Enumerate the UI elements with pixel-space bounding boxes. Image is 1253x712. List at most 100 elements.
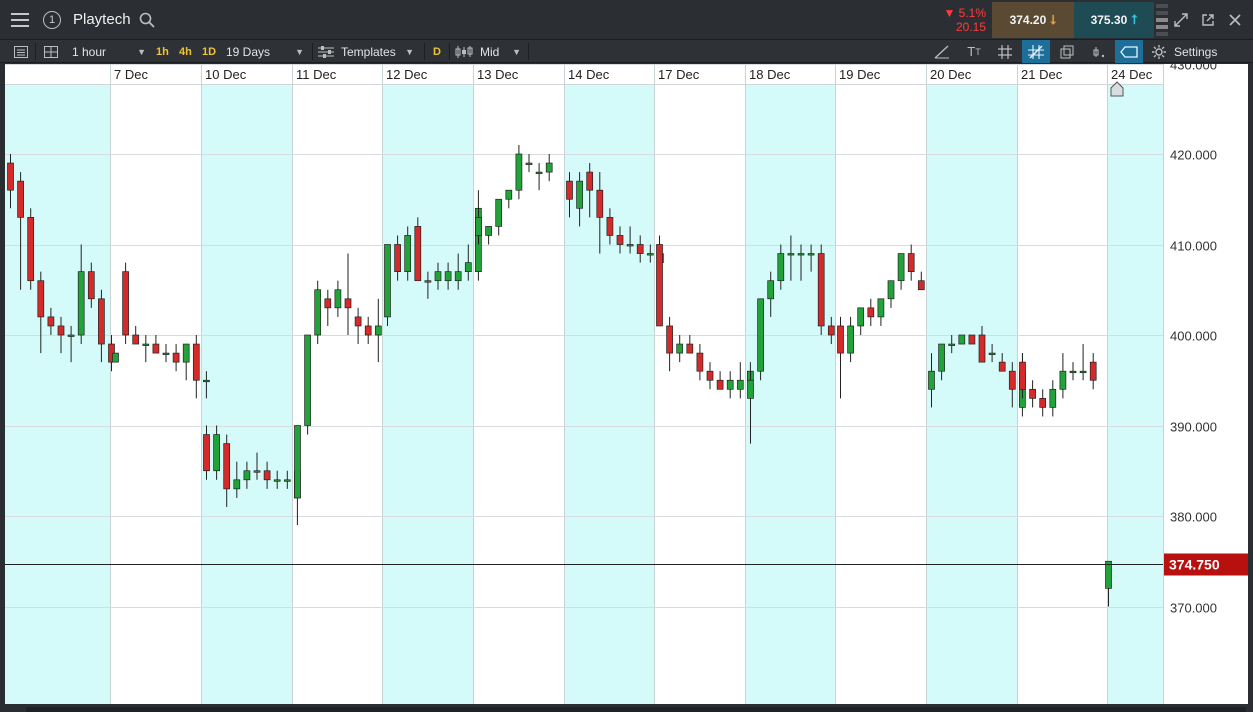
candle-body: [47, 316, 55, 327]
price-chart[interactable]: 370.000 380.000 390.000 400.000 410.000 420.0…: [5, 64, 1248, 704]
candle-body: [1008, 370, 1016, 390]
candle-body: [1029, 388, 1036, 399]
candle-body: [817, 253, 825, 327]
candle-body: [1059, 370, 1067, 390]
layers-icon[interactable]: [1055, 40, 1079, 63]
candle-body: [354, 316, 362, 327]
candle-body: [837, 325, 844, 354]
x-tick-label: 7 Dec: [114, 67, 148, 82]
candle-body: [98, 298, 105, 345]
price-change: ▼ 5.1% 20.15: [940, 4, 990, 36]
candle-body: [384, 244, 391, 318]
y-tick-label: 430.000: [1170, 64, 1217, 73]
candle-body: [364, 325, 372, 336]
candle-body: [716, 379, 724, 390]
candle-body: [988, 352, 996, 355]
y-tick-label: 370.000: [1170, 601, 1217, 616]
candle-body: [696, 352, 704, 372]
close-icon[interactable]: [1223, 8, 1247, 32]
candle-body: [334, 289, 342, 309]
tag-icon[interactable]: [1115, 40, 1143, 63]
candle-body: [606, 217, 614, 236]
candle-body: [787, 253, 795, 256]
candle-body: [77, 271, 85, 336]
session-band: [201, 84, 292, 704]
candle-body: [907, 253, 915, 273]
candle-body: [827, 325, 835, 336]
candle-body: [475, 217, 482, 236]
session-band: [382, 84, 473, 704]
candle-body: [1105, 560, 1112, 589]
candle-body: [57, 325, 65, 336]
candle-body: [314, 289, 322, 336]
candle-body: [968, 334, 976, 345]
price-type-select[interactable]: Mid ▼: [455, 40, 525, 63]
candle-body: [576, 180, 583, 209]
quick-4h-button[interactable]: 4h: [179, 40, 192, 63]
info-icon[interactable]: 1: [40, 6, 64, 34]
crosshair-icon[interactable]: [1022, 40, 1050, 63]
candle-body: [182, 343, 190, 363]
grid-icon[interactable]: [993, 40, 1017, 63]
candle-body: [545, 162, 553, 173]
candle-body: [424, 280, 432, 283]
chart-toolbar: 1 hour ▼ 1h 4h 1D 19 Days ▼ Templates ▼ …: [0, 40, 1253, 63]
templates-select[interactable]: Templates ▼: [318, 40, 418, 63]
candle-body: [566, 180, 573, 200]
y-tick-label: 390.000: [1170, 420, 1217, 435]
interval-label: 1 hour: [72, 44, 107, 59]
settings-button[interactable]: Settings: [1151, 40, 1247, 63]
candle-body: [666, 325, 673, 354]
expand-icon[interactable]: [1169, 8, 1193, 32]
change-absolute: 20.15: [955, 20, 986, 34]
search-icon[interactable]: [139, 12, 155, 28]
hamburger-icon[interactable]: [6, 6, 34, 34]
candle-body: [67, 334, 75, 337]
x-tick-label: 11 Dec: [296, 67, 337, 82]
list-icon[interactable]: [10, 40, 32, 63]
candle-body: [1019, 361, 1026, 390]
interval-select[interactable]: 1 hour ▼: [72, 40, 150, 63]
sell-button[interactable]: 374.20 ⭣: [992, 2, 1074, 38]
candle-body: [747, 379, 754, 399]
candle-body: [847, 325, 854, 354]
d-toggle[interactable]: D: [433, 40, 441, 63]
market-depth-meter: [1156, 4, 1168, 36]
candle-body: [948, 343, 956, 346]
pencil-icon[interactable]: [930, 40, 954, 63]
candle-body: [152, 343, 160, 354]
layout-icon[interactable]: [40, 40, 62, 63]
x-tick-label: 10 Dec: [205, 67, 247, 82]
candle-body: [283, 479, 291, 482]
candle-body: [394, 244, 401, 272]
candlestick-chart[interactable]: 370.000 380.000 390.000 400.000 410.000 420.0…: [5, 64, 1248, 704]
candle-body: [958, 334, 966, 345]
candle-body: [857, 307, 865, 327]
popout-icon[interactable]: [1196, 8, 1220, 32]
buy-button[interactable]: 375.30 ⭡: [1074, 2, 1154, 38]
quick-1d-button[interactable]: 1D: [202, 40, 216, 63]
candle-body: [525, 162, 533, 165]
x-tick-label: 12 Dec: [386, 67, 428, 82]
candle-body: [87, 271, 95, 300]
candle-body: [414, 226, 422, 282]
candle-body: [1089, 361, 1097, 381]
arrow-up-icon: ⭡: [1131, 12, 1138, 27]
quick-1h-button[interactable]: 1h: [156, 40, 169, 63]
magnet-icon[interactable]: [1087, 40, 1111, 63]
range-select[interactable]: 19 Days ▼: [226, 40, 308, 63]
text-icon[interactable]: TT: [962, 40, 986, 63]
candle-body: [344, 298, 352, 309]
candle-body: [1069, 370, 1077, 374]
candle-body: [444, 271, 452, 282]
horizontal-scrollbar[interactable]: [0, 704, 1253, 712]
x-tick-label: 17 Dec: [658, 67, 700, 82]
candle-body: [324, 298, 332, 309]
x-tick-label: 24 Dec: [1111, 67, 1153, 82]
gear-icon: [1152, 44, 1166, 59]
candle-body: [535, 171, 543, 174]
candle-body: [172, 352, 180, 363]
candle-body: [777, 253, 785, 282]
candle-body: [253, 470, 261, 473]
candle-body: [726, 379, 734, 390]
